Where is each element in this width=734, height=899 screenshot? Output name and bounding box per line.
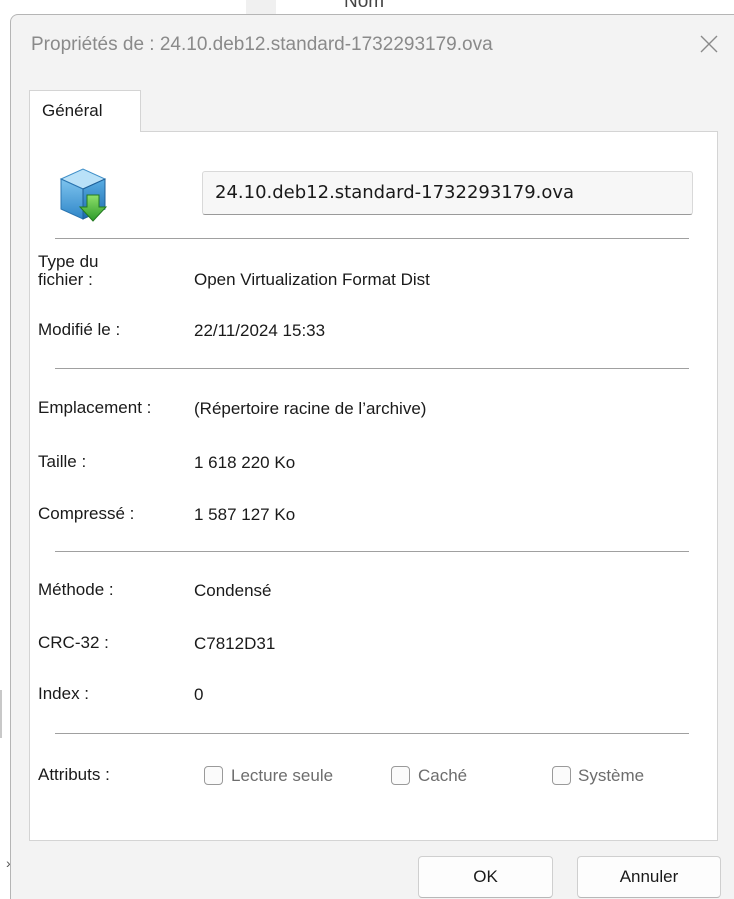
background-window-edge — [0, 690, 2, 738]
read-only-checkbox[interactable] — [204, 766, 223, 785]
tab-general[interactable]: Général — [29, 90, 141, 132]
hidden-checkbox[interactable] — [391, 766, 410, 785]
read-only-label[interactable]: Lecture seule — [231, 766, 333, 786]
method-value: Condensé — [194, 581, 272, 600]
separator — [55, 238, 689, 239]
ok-button[interactable]: OK — [418, 856, 553, 898]
file-name-field[interactable]: 24.10.deb12.standard-1732293179.ova — [202, 171, 693, 215]
size-label: Taille : — [38, 452, 87, 471]
title-bar[interactable]: Propriétés de : 24.10.deb12.standard-173… — [11, 15, 734, 77]
close-button[interactable] — [690, 25, 728, 63]
close-icon — [700, 35, 718, 53]
location-value: (Répertoire racine de l’archive) — [194, 399, 427, 418]
file-type-label: Type du fichier : — [38, 252, 99, 289]
system-checkbox[interactable] — [552, 766, 571, 785]
system-label[interactable]: Système — [578, 766, 644, 786]
crc-value: C7812D31 — [194, 634, 276, 653]
modified-value: 22/11/2024 15:33 — [194, 321, 326, 340]
separator — [55, 733, 689, 734]
separator — [55, 368, 689, 369]
background-column-divider — [246, 0, 276, 14]
background-column-header: Nom — [344, 0, 385, 12]
crc-label: CRC-32 : — [38, 633, 109, 652]
package-icon — [59, 168, 108, 222]
tab-general-label: Général — [42, 101, 103, 120]
properties-dialog: Propriétés de : 24.10.deb12.standard-173… — [10, 14, 734, 899]
compressed-value: 1 587 127 Ko — [194, 505, 296, 524]
cancel-button[interactable]: Annuler — [577, 856, 721, 898]
index-value: 0 — [194, 685, 204, 704]
index-label: Index : — [38, 684, 90, 703]
separator — [55, 551, 689, 552]
attributes-label: Attributs : — [38, 765, 110, 784]
location-label: Emplacement : — [38, 398, 152, 417]
modified-label: Modifié le : — [38, 320, 121, 339]
compressed-label: Compressé : — [38, 504, 135, 523]
file-type-value: Open Virtualization Format Dist — [194, 270, 430, 289]
dialog-title: Propriétés de : 24.10.deb12.standard-173… — [31, 34, 493, 55]
method-label: Méthode : — [38, 580, 114, 599]
hidden-label[interactable]: Caché — [418, 766, 467, 786]
size-value: 1 618 220 Ko — [194, 453, 296, 472]
